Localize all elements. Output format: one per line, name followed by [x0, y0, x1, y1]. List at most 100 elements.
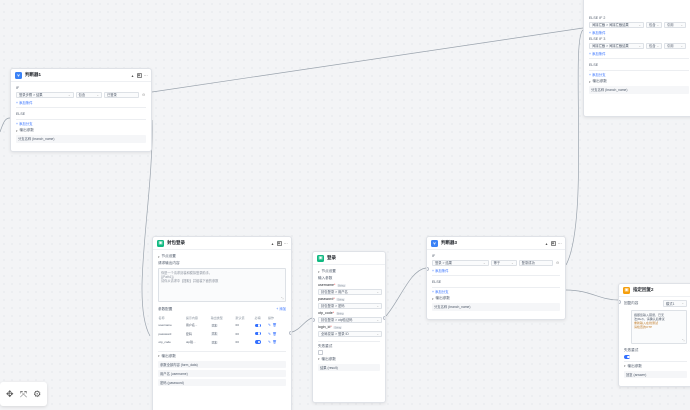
login-icon: ▣	[317, 254, 324, 262]
section-header[interactable]: ▾ 节点设置	[158, 254, 286, 259]
condition-operator-select[interactable]: 包含	[75, 91, 102, 98]
edge-branch1-to-pack	[141, 119, 153, 337]
retry-label: 失败重试	[318, 343, 333, 348]
required-toggle[interactable]	[254, 332, 261, 336]
node-title: 封包登录	[167, 240, 185, 245]
more-icon[interactable]: ⋯	[143, 73, 148, 78]
branch-icon: ⑂	[431, 239, 438, 247]
move-icon[interactable]: ✥	[4, 389, 15, 400]
chevron-down-icon: ▾	[589, 79, 591, 84]
output-params-header[interactable]: ▾ 输出参数	[16, 128, 146, 133]
add-branch-link[interactable]: + 添加分支	[16, 121, 146, 126]
branch-node-1[interactable]: ⑂ 判断器1 ▴ ▣ ⋯ IF 登录步骤 > 结果 包含 已登录 ⊖ + 添加条…	[10, 68, 152, 152]
condition-right-input[interactable]: 已登录	[103, 91, 140, 98]
vars-label: 参数配置	[158, 306, 173, 311]
vars-table: 名称 提示内容 输出类型 默认值 必填 操作 username 用户名... 文…	[158, 315, 286, 346]
output-var: 分支名称 (branch_name)	[589, 86, 689, 94]
otp-code-select[interactable]: 封包登录 > otp验证码	[318, 316, 382, 323]
more-icon[interactable]: ⋯	[283, 241, 288, 246]
edge-branch3-to-top	[565, 29, 584, 266]
expand-icon[interactable]: ▣	[550, 240, 556, 246]
resize-handle-icon[interactable]: ⤡	[281, 296, 283, 300]
output-params-header[interactable]: ▾ 输出参数	[158, 354, 286, 359]
resize-handle-icon[interactable]: ⤡	[682, 338, 684, 342]
expand-icon[interactable]: ▣	[276, 240, 282, 246]
output-var: 参数全部内容 (form_data)	[158, 360, 286, 369]
delete-condition-icon[interactable]: ⊖	[141, 92, 146, 97]
chevron-down-icon: ▾	[16, 128, 18, 133]
reply-code-editor[interactable]: 抱歉您输入错误，已无 法(Ref)，请确认后重试 重新输入在线测试 请检查的OT…	[631, 309, 687, 344]
login-node[interactable]: ▣ 登录 ▾ 节点设置 输入参数 username* String 封包登录 > 用…	[312, 251, 386, 403]
table-row: password 密码 文本 00 ✎ 🗑	[158, 331, 277, 336]
collapse-icon[interactable]: ▴	[544, 241, 549, 246]
condition-operator-select[interactable]: 包含	[646, 21, 662, 28]
add-condition-link[interactable]: + 添加条件	[16, 100, 146, 105]
output-handle[interactable]	[289, 331, 291, 335]
inputs-label: 输入参数	[318, 276, 333, 280]
reply-node-2[interactable]: ▣ 指定回复2 回复内容 模式1 抱歉您输入错误，已无 法(Ref)，请确认后重…	[618, 283, 690, 387]
reply-mode-select[interactable]: 模式1	[663, 300, 687, 307]
required-toggle[interactable]	[254, 340, 261, 344]
login-id-select[interactable]: 全局变量 > 登录 ID	[318, 330, 382, 337]
chevron-down-icon: ▾	[432, 296, 434, 301]
condition-left-select[interactable]: 间接拦截 > 间接拦截结果	[589, 21, 644, 28]
node-title: 指定回复2	[633, 287, 654, 292]
output-var: 分支名称 (branch_name)	[16, 135, 146, 143]
delete-icon[interactable]: 🗑	[272, 323, 276, 327]
add-var-link[interactable]: + 添加	[276, 306, 286, 311]
collapse-icon[interactable]: ▴	[130, 73, 135, 78]
else-label: ELSE	[16, 111, 26, 116]
elseif2-condition-row: 间接拦截 > 间接拦截结果 包含 引用	[589, 21, 689, 28]
branch-icon: ⑂	[15, 71, 22, 79]
condition-left-select[interactable]: 登录步骤 > 结果	[16, 91, 74, 98]
add-condition-link[interactable]: + 添加条件	[589, 51, 689, 56]
condition-right-select[interactable]: 引用	[664, 42, 686, 49]
expand-icon[interactable]: ▣	[136, 72, 142, 78]
condition-operator-select[interactable]: 包含	[646, 42, 662, 49]
delete-icon[interactable]: 🗑	[272, 332, 276, 336]
required-toggle[interactable]	[254, 323, 261, 328]
condition-operator-select[interactable]: 等于	[490, 259, 517, 266]
condition-left-select[interactable]: 登录 > 结果	[432, 259, 489, 266]
else-label: ELSE	[432, 279, 442, 284]
reply-icon: ▣	[623, 286, 630, 294]
more-icon[interactable]: ⋯	[557, 241, 562, 246]
condition-right-select[interactable]: 引用	[664, 21, 686, 28]
node-title: 判断器3	[441, 240, 458, 245]
password-select[interactable]: 封包登录 > 密码	[318, 302, 382, 309]
retry-checkbox[interactable]	[318, 350, 323, 355]
edge-branch1-to-branch-top	[151, 27, 584, 93]
output-params-header[interactable]: ▾ 输出参数	[432, 296, 560, 301]
delete-condition-icon[interactable]: ⊖	[555, 260, 560, 265]
branch-node-top[interactable]: ELSE IF 2 间接拦截 > 间接拦截结果 包含 引用 + 添加条件 ELS…	[583, 0, 690, 117]
condition-row: 登录 > 结果 等于 登录成功 ⊖	[432, 259, 560, 266]
collapse-icon[interactable]: ▴	[270, 241, 275, 246]
condition-left-select[interactable]: 间接拦截 > 间接拦截结果	[589, 42, 644, 49]
add-condition-link[interactable]: + 添加条件	[432, 268, 560, 273]
chevron-down-icon: ▾	[318, 357, 320, 361]
edit-icon[interactable]: ✎	[268, 340, 271, 344]
add-branch-link[interactable]: + 添加分支	[432, 289, 560, 294]
add-branch-link[interactable]: + 添加分支	[589, 72, 689, 77]
if-label: IF	[432, 254, 436, 258]
prompt-textarea[interactable]: 你是一个请求封装和模拟登录助手。 {{Path1}} 请你从请求中【提取】并组装…	[158, 267, 286, 302]
expand-icon[interactable]: ⤧	[18, 389, 29, 400]
field-label: password* String	[318, 297, 346, 302]
retry-label: 失败重试	[624, 347, 639, 352]
pack-login-node[interactable]: ▣ 封包登录 ▴ ▣ ⋯ ▾ 节点设置 请求输出内容 你是一个请求封装和模拟登录助…	[152, 236, 292, 410]
delete-icon[interactable]: 🗑	[272, 340, 276, 344]
output-handle[interactable]	[383, 316, 385, 320]
condition-right-input[interactable]: 登录成功	[518, 259, 554, 266]
chevron-down-icon: ▾	[158, 354, 160, 359]
edit-icon[interactable]: ✎	[268, 332, 271, 336]
edit-icon[interactable]: ✎	[268, 323, 271, 327]
username-select[interactable]: 封包登录 > 用户名	[318, 288, 382, 295]
branch-node-3[interactable]: ⑂ 判断器3 ▴ ▣ ⋯ IF 登录 > 结果 等于 登录成功 ⊖ + 添加条件…	[426, 236, 566, 320]
output-params-header[interactable]: ▾ 输出参数	[589, 79, 689, 84]
section-header[interactable]: ▾ 节点设置	[318, 269, 380, 274]
output-params-header[interactable]: ▾ 输出参数	[624, 364, 687, 369]
add-condition-link[interactable]: + 添加条件	[589, 30, 689, 35]
retry-toggle[interactable]	[624, 355, 630, 359]
settings-icon[interactable]: ⚙	[32, 389, 43, 400]
output-params-header[interactable]: ▾ 输出参数	[318, 357, 380, 362]
